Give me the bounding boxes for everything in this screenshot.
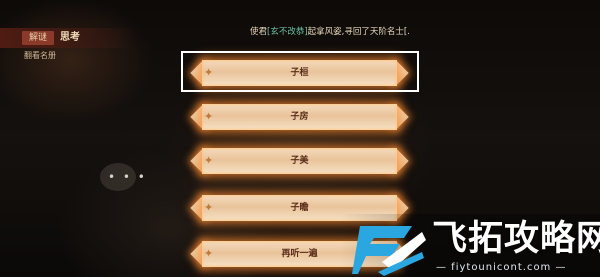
watermark-url: — fiytounicont.com — <box>436 262 567 273</box>
chat-dots: • • • <box>108 170 147 184</box>
option-label: 子房 <box>290 112 309 122</box>
dialog-line: 使君[玄不改恭]起拿风姿,寻回了天阶名士[. <box>250 26 410 38</box>
selection-highlight-frame <box>181 51 419 92</box>
option-button-2[interactable]: ✦ 子房 <box>190 104 409 130</box>
dialog-highlight: [玄不改恭] <box>267 27 308 37</box>
watermark-logo-icon <box>352 226 426 276</box>
game-scene: 解谜 思考 翻看名册 使君[玄不改恭]起拿风姿,寻回了天阶名士[. • • • … <box>0 0 600 277</box>
dialog-suffix: 起拿风姿,寻回了天阶名士[. <box>307 27 410 37</box>
quest-subtitle: 翻看名册 <box>24 51 56 60</box>
quest-type-badge: 解谜 <box>22 31 54 45</box>
option-label: 子美 <box>290 156 309 166</box>
watermark-brand: 飞拓攻略网 <box>432 219 600 259</box>
option-button-3[interactable]: ✦ 子美 <box>190 148 409 174</box>
quest-title: 思考 <box>60 32 80 43</box>
dialog-prefix: 使君 <box>250 27 268 37</box>
